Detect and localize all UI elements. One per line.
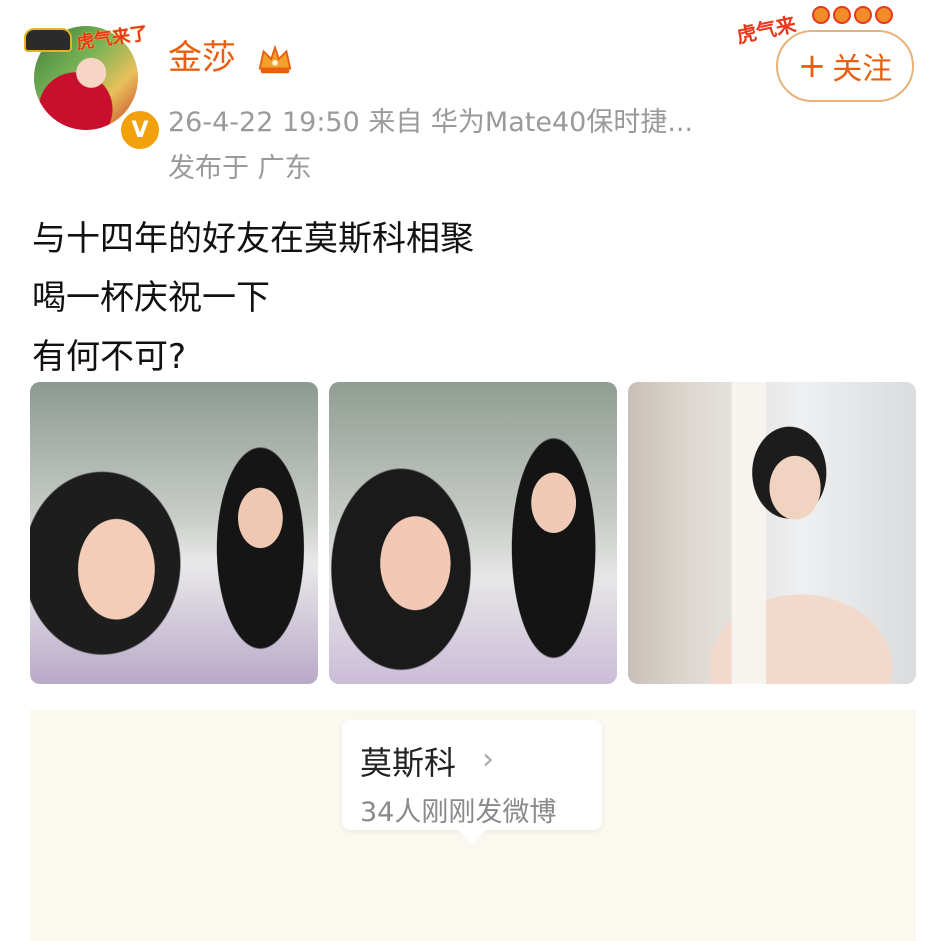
- verified-badge-icon: V: [118, 108, 162, 152]
- post-line-1: 与十四年的好友在莫斯科相聚: [32, 219, 474, 259]
- follow-label: 关注: [832, 52, 893, 87]
- decoration-balls-icon: [812, 6, 893, 24]
- plus-icon: +: [797, 46, 827, 86]
- post-location-meta: 发布于 广东: [168, 153, 312, 184]
- location-post-count: 34人刚刚发微博: [360, 797, 557, 828]
- follow-button[interactable]: + 关注: [776, 30, 914, 102]
- photo-grid: [30, 382, 916, 686]
- avatar-frame: 虎气来了: [24, 14, 150, 74]
- tiger-decoration-icon: [24, 28, 72, 52]
- username[interactable]: 金莎: [168, 36, 236, 80]
- crown-icon[interactable]: [256, 40, 294, 78]
- location-card: 莫斯科 › 34人刚刚发微博: [30, 710, 916, 941]
- chevron-right-icon: ›: [482, 742, 494, 777]
- post-text: 与十四年的好友在莫斯科相聚 喝一杯庆祝一下 有何不可?: [32, 210, 474, 387]
- photo-thumbnail-1[interactable]: [30, 382, 318, 684]
- avatar-frame-text: 虎气来了: [75, 23, 150, 54]
- photo-thumbnail-3[interactable]: [628, 382, 916, 684]
- location-name: 莫斯科: [360, 744, 457, 782]
- post-line-3: 有何不可?: [32, 337, 187, 377]
- post-line-2: 喝一杯庆祝一下: [32, 278, 270, 318]
- location-link[interactable]: 莫斯科 › 34人刚刚发微博: [342, 720, 602, 844]
- photo-thumbnail-2[interactable]: [329, 382, 617, 684]
- post-time-source: 26-4-22 19:50 来自 华为Mate40保时捷...: [168, 107, 694, 138]
- avatar[interactable]: 虎气来了 V: [24, 14, 162, 152]
